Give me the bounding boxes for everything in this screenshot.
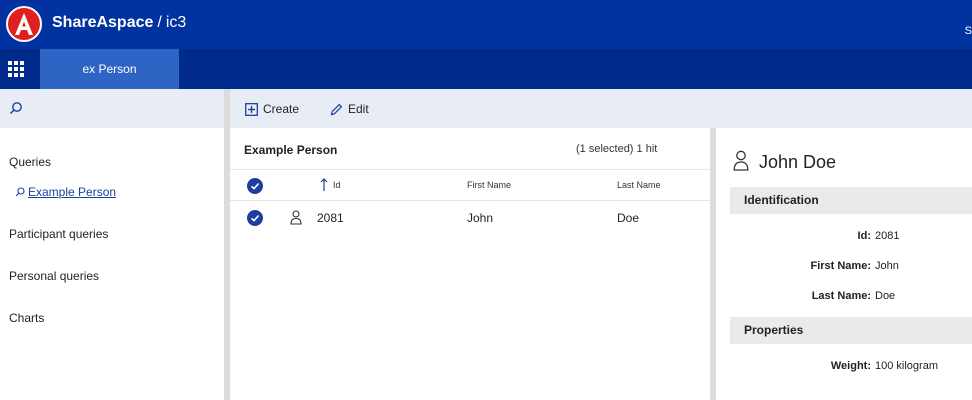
toolbar: Create Edit [230, 89, 972, 128]
cell-id: 2081 [317, 211, 344, 225]
sidebar-section-charts[interactable]: Charts [9, 311, 44, 325]
search-icon [15, 187, 25, 197]
title-separator: / [157, 14, 162, 31]
section-properties[interactable]: Properties [730, 317, 972, 344]
shareaspace-logo-icon[interactable] [6, 6, 42, 42]
check-icon [250, 215, 260, 222]
prop-value-weight: 100 kilogram [875, 360, 938, 372]
sort-ascending-icon[interactable] [320, 178, 328, 192]
result-list: Example Person (1 selected) 1 hit Id Fir… [230, 128, 710, 400]
detail-panel: John Doe Identification Id: 2081 First N… [716, 128, 972, 400]
project-name: ic3 [165, 14, 187, 31]
hit-count: (1 selected) 1 hit [576, 143, 658, 155]
pencil-icon [330, 103, 343, 115]
prop-value-last-name: Doe [875, 290, 896, 302]
plus-box-icon [245, 102, 258, 116]
prop-value-first-name: John [875, 260, 899, 272]
edit-button[interactable]: Edit [330, 102, 369, 116]
app-title[interactable]: ShareAspace / ic3 [52, 14, 186, 32]
check-icon [250, 183, 260, 190]
cell-last-name: Doe [617, 211, 640, 225]
sidebar-section-queries[interactable]: Queries [9, 155, 51, 169]
divider [230, 200, 710, 201]
create-button[interactable]: Create [245, 102, 299, 116]
prop-key-last-name: Last Name: [811, 290, 871, 302]
column-header-last-name[interactable]: Last Name [617, 180, 661, 190]
list-title: Example Person [244, 143, 338, 157]
sidebar-section-participant-queries[interactable]: Participant queries [9, 227, 108, 241]
detail-title: John Doe [759, 152, 837, 172]
column-header-first-name[interactable]: First Name [467, 180, 511, 190]
query-link-label: Example Person [28, 185, 117, 199]
tab-bar: ex Person [0, 49, 972, 89]
sidebar-section-personal-queries[interactable]: Personal queries [9, 269, 99, 283]
section-identification[interactable]: Identification [730, 187, 972, 214]
person-icon [290, 210, 302, 225]
prop-key-first-name: First Name: [810, 260, 871, 272]
divider [230, 169, 710, 170]
tab-ex-person[interactable]: ex Person [40, 49, 179, 89]
prop-value-id: 2081 [875, 230, 900, 242]
query-link-example-person[interactable]: Example Person [15, 185, 116, 199]
column-header-id[interactable]: Id [333, 180, 341, 190]
search-icon[interactable] [9, 101, 23, 115]
row-checkbox[interactable] [247, 210, 263, 226]
prop-key-weight: Weight: [830, 360, 871, 372]
select-all-checkbox[interactable] [247, 178, 263, 194]
brand-name: ShareAspace [52, 14, 154, 31]
user-menu-truncated[interactable]: S [965, 25, 972, 37]
prop-key-id: Id: [857, 230, 871, 242]
create-label: Create [263, 102, 300, 116]
person-icon [733, 150, 749, 171]
sidebar-search[interactable] [0, 89, 224, 128]
sidebar: Queries Example Person Participant queri… [0, 89, 224, 400]
cell-first-name: John [467, 211, 494, 225]
apps-grid-icon[interactable] [8, 61, 24, 77]
edit-label: Edit [348, 102, 369, 116]
top-bar: ShareAspace / ic3 S [0, 0, 972, 49]
